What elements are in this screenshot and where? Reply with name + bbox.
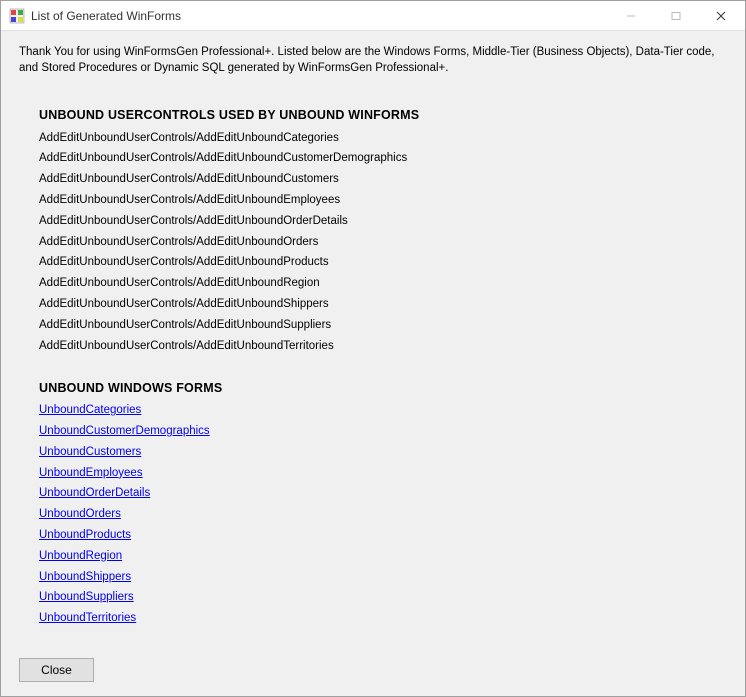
intro-text: Thank You for using WinFormsGen Professi… bbox=[19, 45, 727, 76]
app-icon bbox=[9, 8, 25, 24]
link-item[interactable]: UnboundEmployees bbox=[39, 463, 713, 484]
footer: Close bbox=[1, 650, 745, 696]
list-item: AddEditUnboundUserControls/AddEditUnboun… bbox=[39, 336, 713, 357]
close-button[interactable]: Close bbox=[19, 658, 94, 682]
scroll-container: UNBOUND USERCONTROLS USED BY UNBOUND WIN… bbox=[19, 90, 727, 640]
list-item: AddEditUnboundUserControls/AddEditUnboun… bbox=[39, 211, 713, 232]
link-item[interactable]: UnboundCustomerDemographics bbox=[39, 422, 713, 443]
list-item: AddEditUnboundUserControls/AddEditUnboun… bbox=[39, 294, 713, 315]
link-item[interactable]: UnboundShippers bbox=[39, 567, 713, 588]
link-item[interactable]: UnboundOrderDetails bbox=[39, 484, 713, 505]
titlebar: List of Generated WinForms bbox=[1, 1, 745, 31]
link-item[interactable]: UnboundCategories bbox=[39, 401, 713, 422]
scroll-content[interactable]: UNBOUND USERCONTROLS USED BY UNBOUND WIN… bbox=[19, 90, 727, 640]
section-heading-winforms: UNBOUND WINDOWS FORMS bbox=[39, 381, 713, 395]
list-item: AddEditUnboundUserControls/AddEditUnboun… bbox=[39, 190, 713, 211]
titlebar-controls bbox=[608, 1, 743, 30]
maximize-button[interactable] bbox=[653, 1, 698, 30]
link-item[interactable]: UnboundSuppliers bbox=[39, 588, 713, 609]
section-heading-usercontrols: UNBOUND USERCONTROLS USED BY UNBOUND WIN… bbox=[39, 108, 713, 122]
link-item[interactable]: UnboundTerritories bbox=[39, 609, 713, 630]
window-close-button[interactable] bbox=[698, 1, 743, 30]
section-winforms: UNBOUND WINDOWS FORMS UnboundCategories … bbox=[39, 381, 713, 630]
section-usercontrols: UNBOUND USERCONTROLS USED BY UNBOUND WIN… bbox=[39, 108, 713, 357]
window-frame: List of Generated WinForms Thank You for… bbox=[0, 0, 746, 697]
list-item: AddEditUnboundUserControls/AddEditUnboun… bbox=[39, 253, 713, 274]
list-item: AddEditUnboundUserControls/AddEditUnboun… bbox=[39, 274, 713, 295]
link-item[interactable]: UnboundRegion bbox=[39, 546, 713, 567]
list-item: AddEditUnboundUserControls/AddEditUnboun… bbox=[39, 315, 713, 336]
content-area: Thank You for using WinFormsGen Professi… bbox=[1, 31, 745, 650]
link-item[interactable]: UnboundCustomers bbox=[39, 442, 713, 463]
list-item: AddEditUnboundUserControls/AddEditUnboun… bbox=[39, 232, 713, 253]
list-item: AddEditUnboundUserControls/AddEditUnboun… bbox=[39, 128, 713, 149]
list-item: AddEditUnboundUserControls/AddEditUnboun… bbox=[39, 170, 713, 191]
link-item[interactable]: UnboundProducts bbox=[39, 526, 713, 547]
window-title: List of Generated WinForms bbox=[31, 9, 608, 23]
minimize-button[interactable] bbox=[608, 1, 653, 30]
list-item: AddEditUnboundUserControls/AddEditUnboun… bbox=[39, 149, 713, 170]
link-item[interactable]: UnboundOrders bbox=[39, 505, 713, 526]
